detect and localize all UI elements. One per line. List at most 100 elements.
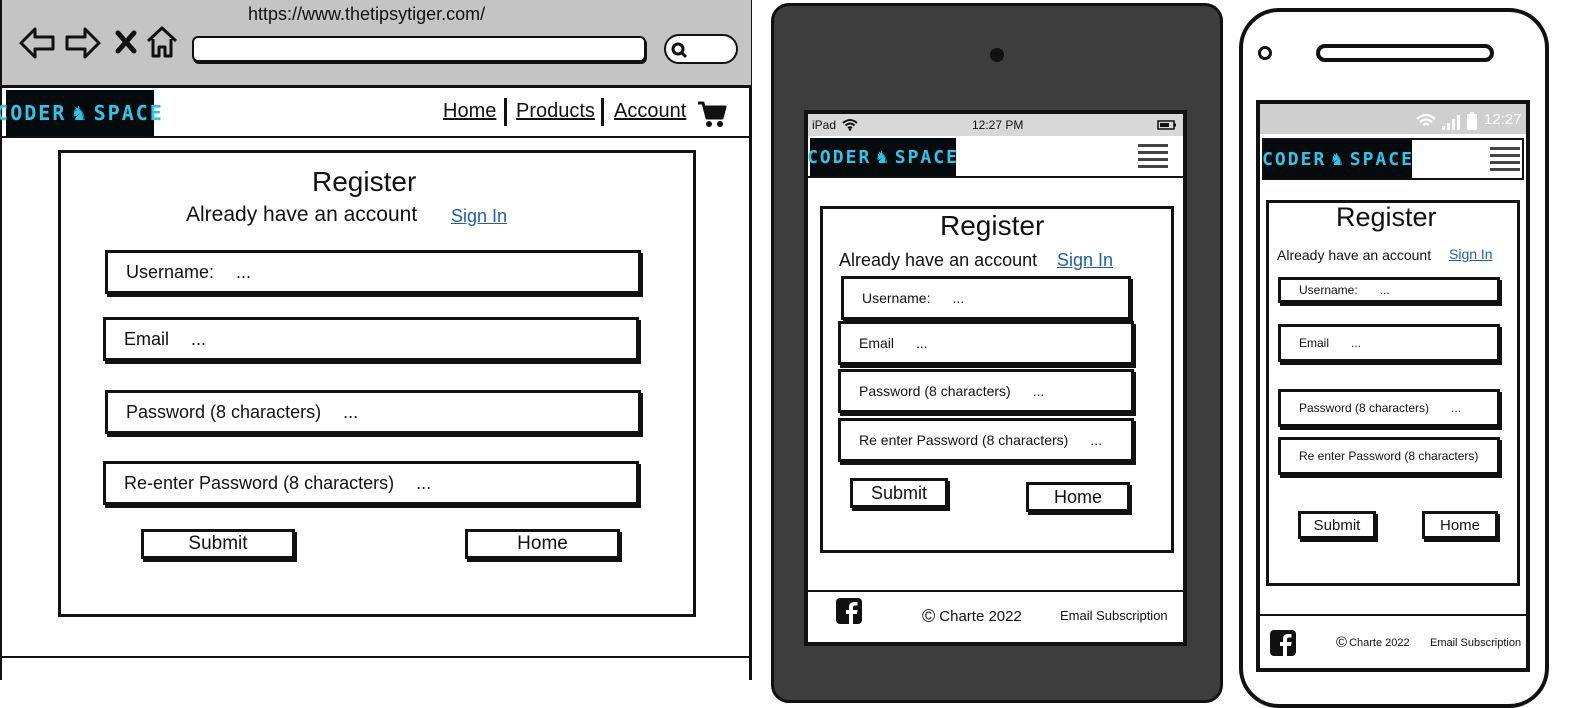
tablet-already-account-text: Already have an account bbox=[839, 250, 1038, 270]
email-value: ... bbox=[1351, 336, 1362, 350]
phone-home-button[interactable]: Home bbox=[1422, 511, 1498, 539]
username-value: ... bbox=[236, 261, 252, 282]
phone-email-field[interactable]: Email ... bbox=[1278, 324, 1500, 362]
site-logo[interactable]: CODER ♞ SPACE bbox=[0, 90, 162, 136]
browser-url: https://www.thetipsytiger.com/ bbox=[248, 4, 486, 24]
phone-sign-in-link[interactable]: Sign In bbox=[1449, 246, 1493, 262]
phone-speaker bbox=[1316, 44, 1494, 62]
reenter-password-value: ... bbox=[1090, 432, 1102, 448]
facebook-icon[interactable] bbox=[1270, 630, 1296, 656]
nav-divider bbox=[601, 98, 604, 126]
desktop-wireframe: https://www.thetipsytiger.com/ CODER ♞ S… bbox=[0, 0, 752, 680]
nav-home[interactable]: Home bbox=[443, 100, 496, 123]
tablet-password-field[interactable]: Password (8 characters) ... bbox=[838, 369, 1134, 413]
reenter-password-label: Re enter Password (8 characters) bbox=[1299, 449, 1479, 463]
logo-text-right: SPACE bbox=[93, 101, 164, 125]
username-label: Username: bbox=[126, 261, 215, 282]
phone-email-subscription-link[interactable]: Email Subscription bbox=[1430, 637, 1521, 649]
password-label: Password (8 characters) bbox=[859, 383, 1011, 399]
reenter-password-field[interactable]: Re-enter Password (8 characters) ... bbox=[103, 461, 639, 505]
logo-text-left: CODER bbox=[1262, 148, 1327, 170]
tablet-camera bbox=[990, 48, 1004, 62]
phone-register-title: Register bbox=[1336, 202, 1437, 232]
email-label: Email bbox=[124, 328, 170, 349]
wifi-icon bbox=[1416, 113, 1436, 126]
reenter-password-label: Re-enter Password (8 characters) bbox=[124, 472, 395, 493]
tablet-header-divider bbox=[808, 176, 1183, 178]
tablet-username-field[interactable]: Username: ... bbox=[841, 276, 1131, 320]
copyright-icon: © bbox=[922, 606, 936, 626]
nav-account[interactable]: Account bbox=[614, 100, 686, 123]
submit-button[interactable]: Submit bbox=[141, 529, 295, 559]
register-title: Register bbox=[312, 166, 417, 197]
home-icon[interactable] bbox=[145, 25, 179, 59]
sign-in-link[interactable]: Sign In bbox=[451, 206, 507, 227]
hamburger-menu-icon[interactable] bbox=[1138, 144, 1168, 168]
logo-text-right: SPACE bbox=[894, 146, 959, 168]
tablet-logo[interactable]: CODER ♞ SPACE bbox=[808, 138, 959, 176]
facebook-icon[interactable] bbox=[836, 598, 862, 624]
password-value: ... bbox=[343, 401, 359, 422]
email-value: ... bbox=[191, 328, 207, 349]
address-bar[interactable] bbox=[192, 36, 646, 62]
phone-username-field[interactable]: Username: ... bbox=[1278, 277, 1500, 303]
username-field[interactable]: Username: ... bbox=[105, 250, 641, 294]
logo-figure-icon: ♞ bbox=[876, 146, 890, 168]
password-field[interactable]: Password (8 characters) ... bbox=[105, 390, 641, 434]
email-value: ... bbox=[916, 335, 928, 351]
phone-status-bar: 12:27 bbox=[1260, 104, 1526, 134]
password-value: ... bbox=[1032, 383, 1045, 399]
password-label: Password (8 characters) bbox=[126, 401, 322, 422]
logo-figure-icon: ♞ bbox=[72, 100, 88, 126]
email-field[interactable]: Email ... bbox=[103, 317, 639, 361]
phone-screen: 12:27 CODER ♞ SPACE Register Already hav… bbox=[1256, 100, 1530, 672]
tablet-copyright: © Charte 2022 bbox=[922, 606, 1022, 627]
hamburger-menu-icon[interactable] bbox=[1490, 147, 1520, 171]
logo-figure-icon: ♞ bbox=[1331, 148, 1345, 170]
phone-copyright: © Charte 2022 bbox=[1336, 634, 1410, 651]
nav-divider bbox=[504, 98, 507, 126]
copyright-text: Charte 2022 bbox=[1349, 636, 1410, 649]
tablet-email-subscription-link[interactable]: Email Subscription bbox=[1060, 608, 1168, 623]
tablet-home-button[interactable]: Home bbox=[1026, 482, 1130, 512]
logo-text-right: SPACE bbox=[1349, 148, 1414, 170]
tablet-reenter-password-field[interactable]: Re enter Password (8 characters) ... bbox=[838, 418, 1134, 462]
phone-time: 12:27 bbox=[1484, 111, 1522, 128]
logo-text-left: CODER bbox=[0, 101, 67, 125]
tablet-carrier: iPad bbox=[812, 118, 837, 132]
stop-icon[interactable] bbox=[115, 30, 137, 54]
username-label: Username: bbox=[862, 290, 931, 306]
username-value: ... bbox=[1379, 283, 1390, 297]
nav-products[interactable]: Products bbox=[516, 100, 595, 123]
site-header-divider bbox=[2, 136, 751, 138]
already-account-text: Already have an account bbox=[186, 203, 418, 226]
tablet-screen: iPad 12:27 PM CODER ♞ SPACE Register Alr… bbox=[804, 110, 1187, 646]
tablet-register-title: Register bbox=[940, 210, 1045, 241]
forward-arrow-icon[interactable] bbox=[64, 26, 102, 60]
phone-logo[interactable]: CODER ♞ SPACE bbox=[1262, 140, 1414, 178]
tablet-sign-in-link[interactable]: Sign In bbox=[1057, 250, 1113, 271]
phone-submit-button[interactable]: Submit bbox=[1298, 511, 1376, 539]
wifi-icon bbox=[842, 119, 858, 131]
reenter-password-label: Re enter Password (8 characters) bbox=[859, 432, 1069, 448]
email-label: Email bbox=[859, 335, 895, 351]
home-button[interactable]: Home bbox=[465, 529, 620, 559]
copyright-icon: © bbox=[1336, 634, 1348, 651]
signal-icon bbox=[1442, 115, 1460, 130]
phone-reenter-password-field[interactable]: Re enter Password (8 characters) bbox=[1278, 437, 1500, 475]
tablet-time: 12:27 PM bbox=[972, 118, 1024, 132]
footer-divider bbox=[2, 656, 751, 658]
copyright-text: Charte 2022 bbox=[939, 608, 1022, 625]
phone-footer-divider bbox=[1260, 614, 1526, 616]
battery-icon bbox=[1467, 112, 1477, 130]
tablet-submit-button[interactable]: Submit bbox=[850, 478, 948, 508]
phone-password-field[interactable]: Password (8 characters) ... bbox=[1278, 389, 1500, 427]
password-value: ... bbox=[1451, 401, 1462, 415]
back-arrow-icon[interactable] bbox=[18, 26, 56, 60]
search-box[interactable] bbox=[664, 34, 738, 64]
tablet-email-field[interactable]: Email ... bbox=[838, 321, 1134, 365]
phone-already-account-text: Already have an account bbox=[1277, 247, 1432, 263]
cart-icon[interactable] bbox=[697, 100, 727, 128]
email-label: Email bbox=[1299, 336, 1330, 350]
reenter-password-value: ... bbox=[416, 472, 432, 493]
